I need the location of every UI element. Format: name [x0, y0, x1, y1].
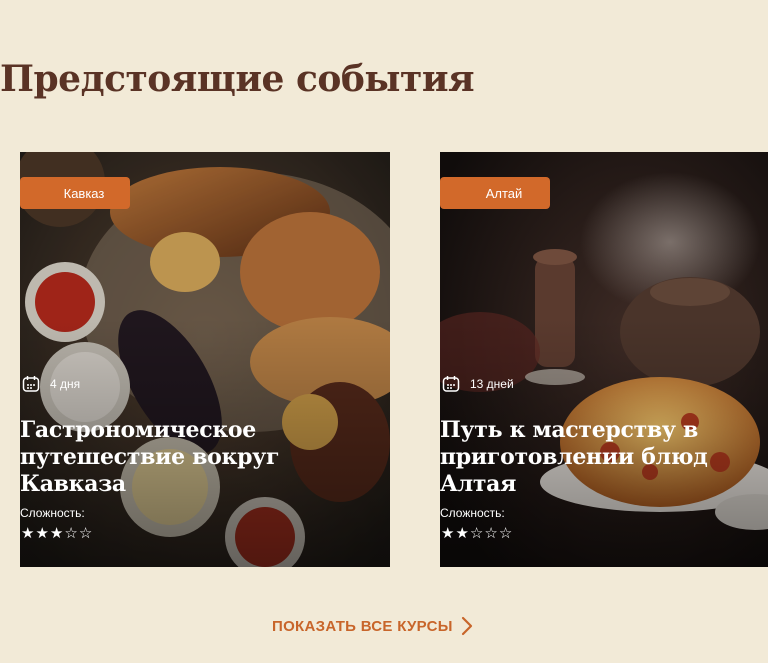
event-card-altai[interactable]: Алтай 13 дней Путь к мастерству в пригот…: [440, 152, 768, 567]
difficulty-rating: ★ ★ ☆ ☆ ☆: [441, 526, 512, 542]
show-all-label: ПОКАЗАТЬ ВСЕ КУРСЫ: [272, 617, 453, 635]
region-tag[interactable]: Алтай: [440, 177, 550, 209]
star-empty-icon: ☆: [64, 525, 78, 542]
duration: 4 дня: [22, 375, 80, 393]
difficulty-label: Сложность:: [20, 506, 85, 520]
star-empty-icon: ☆: [498, 525, 513, 542]
star-empty-icon: ☆: [484, 525, 498, 542]
star-filled-icon: ★: [441, 525, 455, 542]
card-overlay: [440, 152, 768, 567]
event-card-kavkaz[interactable]: Кавказ 4 дня Гастрономическое путешестви…: [20, 152, 390, 567]
star-empty-icon: ☆: [469, 525, 484, 542]
duration-text: 4 дня: [50, 377, 81, 391]
chevron-right-icon: [461, 616, 472, 636]
show-all-courses-link[interactable]: ПОКАЗАТЬ ВСЕ КУРСЫ: [272, 616, 473, 636]
difficulty-rating: ★ ★ ★ ☆ ☆: [21, 526, 92, 542]
card-overlay: [20, 152, 390, 567]
calendar-icon: [22, 376, 40, 392]
star-empty-icon: ☆: [78, 525, 93, 542]
duration: 13 дней: [442, 375, 514, 393]
duration-text: 13 дней: [470, 377, 514, 391]
difficulty-label: Сложность:: [440, 506, 505, 520]
calendar-icon: [442, 376, 460, 392]
events-carousel: Кавказ 4 дня Гастрономическое путешестви…: [0, 0, 768, 663]
event-title[interactable]: Путь к мастерству в приготовлении блюд А…: [440, 417, 768, 498]
region-tag[interactable]: Кавказ: [20, 177, 130, 209]
star-filled-icon: ★: [455, 525, 469, 542]
star-filled-icon: ★: [35, 525, 49, 542]
star-filled-icon: ★: [49, 525, 64, 542]
star-filled-icon: ★: [21, 525, 35, 542]
event-title[interactable]: Гастрономическое путешествие вокруг Кавк…: [20, 417, 380, 498]
